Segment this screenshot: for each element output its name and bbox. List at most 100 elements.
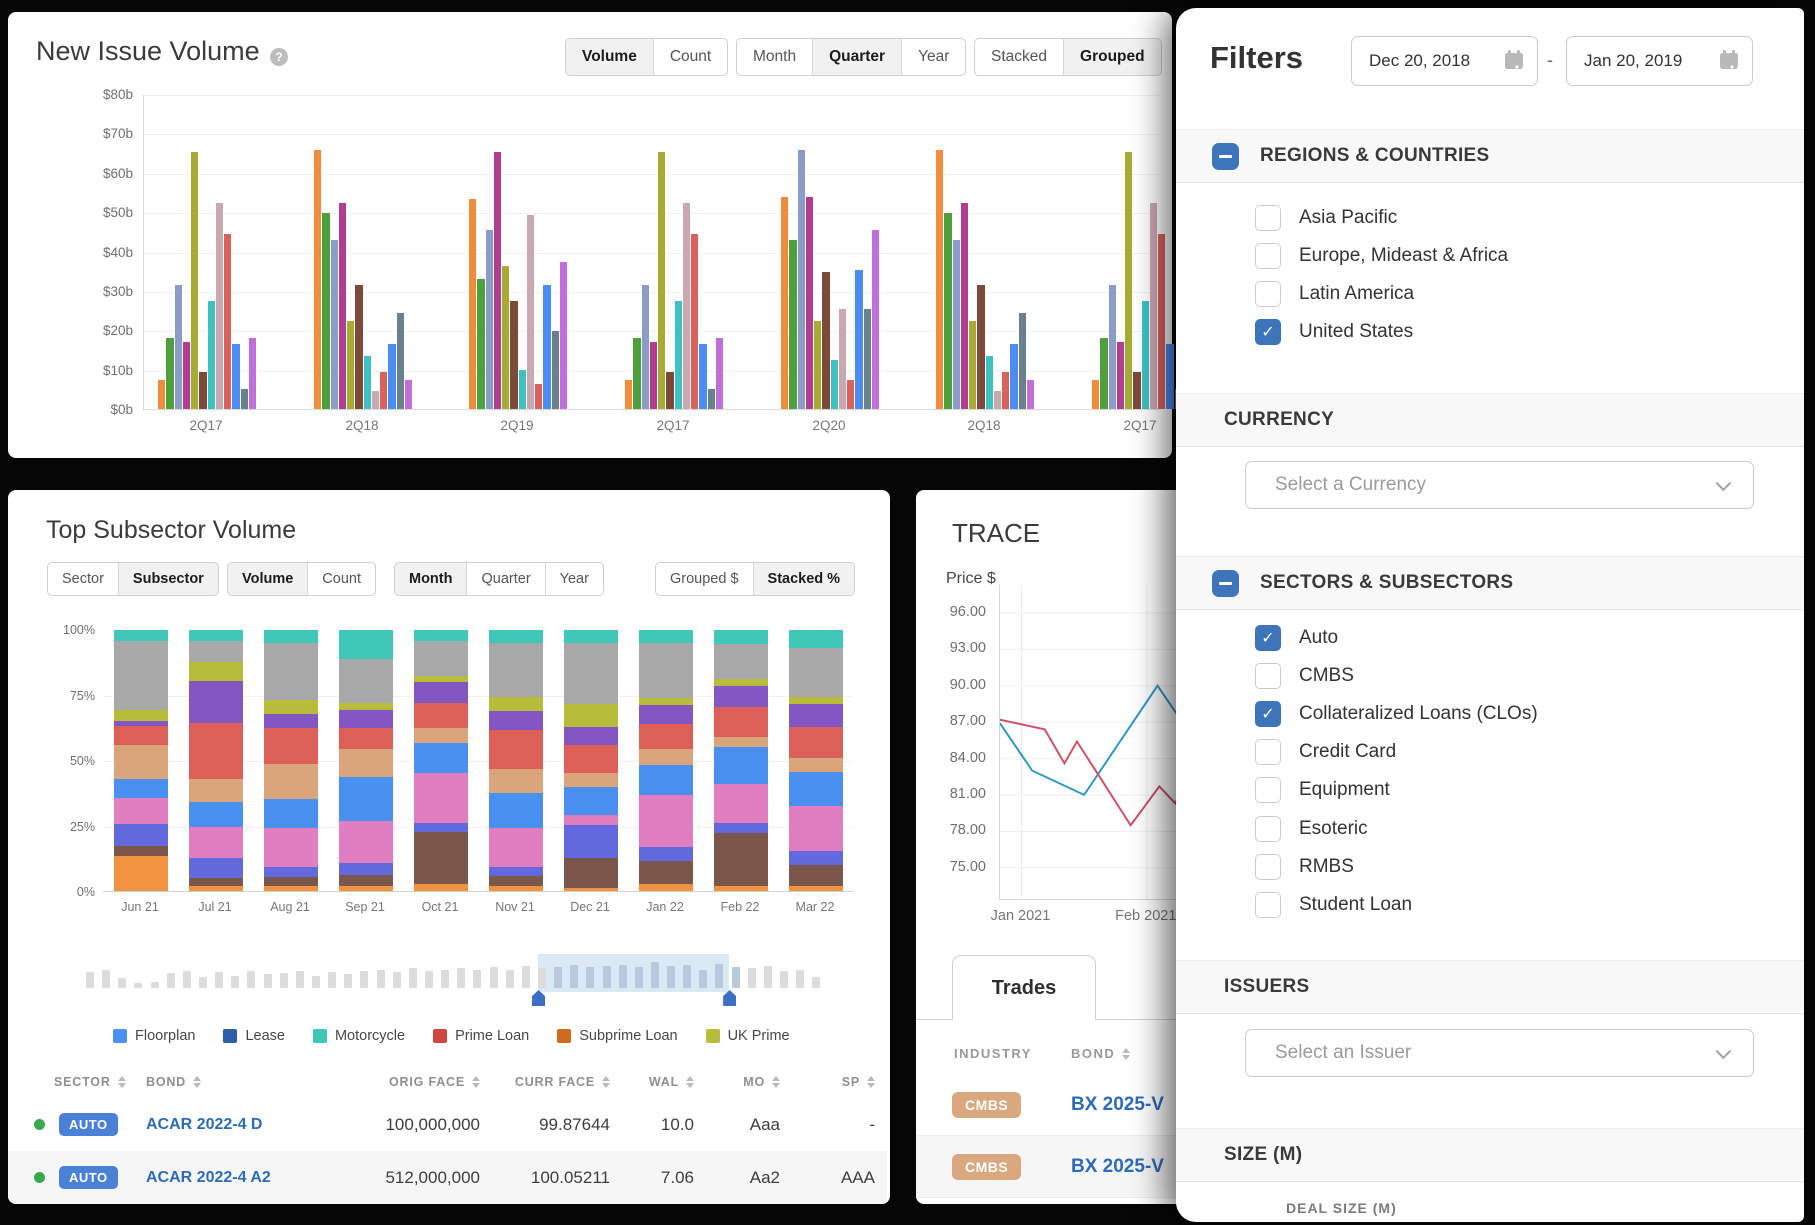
bar-series-8[interactable] <box>224 234 231 409</box>
sort-icon[interactable] <box>1122 1048 1130 1060</box>
sort-icon[interactable] <box>602 1076 610 1088</box>
checkbox-unchecked-icon[interactable] <box>1255 892 1281 918</box>
collapse-minus-icon[interactable] <box>1212 570 1239 597</box>
bar-series-11[interactable] <box>872 230 879 409</box>
collapse-minus-icon[interactable] <box>1212 143 1239 170</box>
bar-series-11[interactable] <box>1027 380 1034 409</box>
bar-series-7[interactable] <box>372 391 379 409</box>
column-header-mo[interactable]: MO <box>706 1075 792 1089</box>
toggle-option-year[interactable]: Year <box>545 563 603 595</box>
toggle-option-volume[interactable]: Volume <box>228 563 307 595</box>
checkbox-checked-icon[interactable]: ✓ <box>1255 625 1281 651</box>
sub-volume-count-toggle[interactable]: VolumeCount <box>227 562 376 596</box>
bar-series-2[interactable] <box>953 240 960 409</box>
brush-minichart[interactable] <box>86 958 821 988</box>
bar-series-3[interactable] <box>650 342 657 409</box>
bar-series-8[interactable] <box>380 372 387 409</box>
bond-link[interactable]: BX 2025-V <box>1071 1094 1164 1116</box>
bar-series-11[interactable] <box>716 338 723 409</box>
bar-series-9[interactable] <box>1166 344 1173 409</box>
bar-series-4[interactable] <box>814 321 821 409</box>
toggle-option-month[interactable]: Month <box>737 39 812 75</box>
currency-select[interactable]: Select a Currency <box>1245 461 1754 509</box>
bar-series-7[interactable] <box>1150 203 1157 409</box>
bar-series-0[interactable] <box>469 199 476 409</box>
grouped-stacked-pct-toggle[interactable]: Grouped $Stacked % <box>655 562 855 596</box>
bar-series-5[interactable] <box>510 301 517 409</box>
bar-series-2[interactable] <box>175 285 182 409</box>
checkbox-unchecked-icon[interactable] <box>1255 854 1281 880</box>
toggle-option-grouped[interactable]: Grouped <box>1063 39 1161 75</box>
bar-series-9[interactable] <box>388 344 395 409</box>
filter-option-equipment[interactable]: Equipment <box>1255 777 1390 804</box>
checkbox-unchecked-icon[interactable] <box>1255 281 1281 307</box>
bar-series-1[interactable] <box>944 213 951 409</box>
stacked-bar-jan-22[interactable] <box>639 630 693 891</box>
bar-series-10[interactable] <box>864 309 871 409</box>
table-row[interactable]: AUTOACAR 2022-4 D100,000,00099.8764410.0… <box>8 1098 887 1151</box>
bar-series-7[interactable] <box>839 309 846 409</box>
month-quarter-year-toggle[interactable]: MonthQuarterYear <box>736 38 966 76</box>
calendar-icon[interactable] <box>1720 53 1738 69</box>
bar-series-2[interactable] <box>642 285 649 409</box>
issuer-select[interactable]: Select an Issuer <box>1245 1029 1754 1077</box>
column-header-bond[interactable]: BOND <box>146 1075 342 1089</box>
toggle-option-stacked[interactable]: Stacked <box>975 39 1063 75</box>
brush-handle-right[interactable] <box>723 990 736 1006</box>
stacked-grouped-toggle[interactable]: StackedGrouped <box>974 38 1162 76</box>
bar-series-5[interactable] <box>666 372 673 409</box>
bar-series-6[interactable] <box>831 360 838 409</box>
toggle-option-grouped[interactable]: Grouped $ <box>656 563 753 595</box>
bar-series-4[interactable] <box>969 321 976 409</box>
bar-series-9[interactable] <box>855 270 862 409</box>
stacked-bar-aug-21[interactable] <box>264 630 318 891</box>
bar-series-0[interactable] <box>314 150 321 409</box>
bar-series-2[interactable] <box>486 230 493 409</box>
column-header-curr-face[interactable]: CURR FACE <box>492 1075 622 1089</box>
bond-link[interactable]: BX 2025-V <box>1071 1156 1164 1178</box>
bar-series-7[interactable] <box>994 391 1001 409</box>
toggle-option-volume[interactable]: Volume <box>566 39 653 75</box>
toggle-option-subsector[interactable]: Subsector <box>118 563 218 595</box>
trades-row[interactable]: CMBSBX 2025-V <box>916 1136 1184 1198</box>
bar-series-4[interactable] <box>191 152 198 409</box>
sort-icon[interactable] <box>686 1076 694 1088</box>
filter-option-asia-pacific[interactable]: Asia Pacific <box>1255 204 1397 231</box>
bar-series-8[interactable] <box>847 380 854 409</box>
bar-series-9[interactable] <box>1010 344 1017 409</box>
bar-series-10[interactable] <box>552 331 559 410</box>
calendar-icon[interactable] <box>1505 53 1523 69</box>
bar-series-8[interactable] <box>1158 234 1165 409</box>
toggle-option-year[interactable]: Year <box>901 39 965 75</box>
bar-series-9[interactable] <box>543 285 550 409</box>
brush-handle-left[interactable] <box>532 990 545 1006</box>
bar-series-8[interactable] <box>535 384 542 410</box>
bar-series-4[interactable] <box>347 321 354 409</box>
bar-series-0[interactable] <box>158 380 165 409</box>
bar-series-9[interactable] <box>699 344 706 409</box>
bar-series-0[interactable] <box>781 197 788 409</box>
bar-series-2[interactable] <box>798 150 805 409</box>
bar-series-0[interactable] <box>936 150 943 409</box>
sort-icon[interactable] <box>118 1076 126 1088</box>
bar-series-5[interactable] <box>199 372 206 409</box>
bar-series-1[interactable] <box>633 338 640 409</box>
checkbox-unchecked-icon[interactable] <box>1255 777 1281 803</box>
toggle-option-stacked[interactable]: Stacked % <box>753 563 855 595</box>
filter-option-credit-card[interactable]: Credit Card <box>1255 739 1396 766</box>
bar-series-1[interactable] <box>322 213 329 409</box>
bar-series-11[interactable] <box>560 262 567 409</box>
checkbox-checked-icon[interactable]: ✓ <box>1255 701 1281 727</box>
bar-series-7[interactable] <box>683 203 690 409</box>
tab-trades[interactable]: Trades <box>952 955 1096 1020</box>
stacked-bar-nov-21[interactable] <box>489 630 543 891</box>
checkbox-unchecked-icon[interactable] <box>1255 205 1281 231</box>
bar-series-11[interactable] <box>405 380 412 409</box>
bar-series-8[interactable] <box>1002 372 1009 409</box>
stacked-bar-dec-21[interactable] <box>564 630 618 891</box>
sort-icon[interactable] <box>867 1076 875 1088</box>
stacked-bar-mar-22[interactable] <box>789 630 843 891</box>
date-to-input[interactable]: Jan 20, 2019 <box>1566 36 1753 86</box>
bar-series-3[interactable] <box>806 197 813 409</box>
bar-series-1[interactable] <box>789 240 796 409</box>
